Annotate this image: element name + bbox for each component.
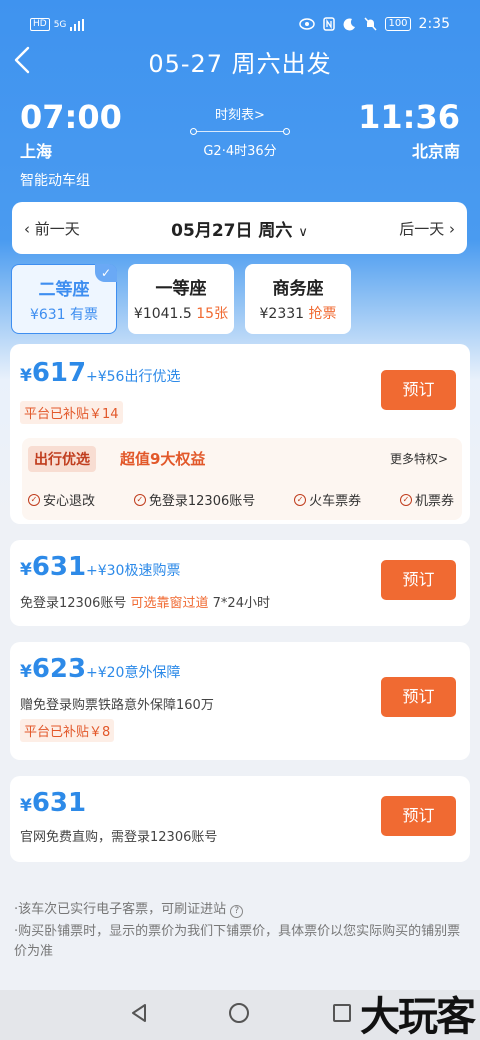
nav-recents-icon[interactable] <box>333 1004 351 1022</box>
nfc-icon <box>323 17 336 31</box>
benefit-item: ✓ 火车票券 <box>294 490 361 509</box>
option-extra: +¥56出行优选 <box>86 369 181 385</box>
seat-business-class[interactable]: 商务座 ¥2331 抢票 <box>245 264 351 334</box>
train-route-info[interactable]: 时刻表> G2·4时36分 <box>180 104 300 159</box>
option-price: ¥631 <box>20 552 87 582</box>
ticket-option-card: ¥631 官网免费直购，需登录12306账号 预订 <box>10 776 470 862</box>
benefit-tag: 出行优选 <box>28 446 96 472</box>
book-button[interactable]: 预订 <box>381 560 456 600</box>
nav-header: 05-27 周六出发 <box>0 40 480 84</box>
departure-time: 07:00 <box>20 98 122 136</box>
book-button[interactable]: 预订 <box>381 796 456 836</box>
note-line: ·该车次已实行电子客票，可刷证进站 ? <box>14 900 466 920</box>
battery-icon: 100 <box>385 17 411 31</box>
ticket-option-card: ¥623 +¥20意外保障 赠免登录购票铁路意外保障160万 平台已补贴￥8 预… <box>10 642 470 760</box>
train-type: 智能动车组 <box>20 173 90 189</box>
check-circle-icon: ✓ <box>294 493 307 506</box>
option-desc: 官网免费直购，需登录12306账号 <box>20 830 218 845</box>
seat-second-class[interactable]: ✓ 二等座 ¥631 有票 <box>11 264 117 334</box>
notes: ·该车次已实行电子客票，可刷证进站 ? ·购买卧铺票时，显示的票价为我们下铺票价… <box>14 900 466 962</box>
more-benefits-link[interactable]: 更多特权> <box>390 450 448 467</box>
hd-badge: HD <box>30 18 50 31</box>
chevron-right-icon: › <box>444 220 455 238</box>
arrival-time: 11:36 <box>358 98 460 136</box>
check-circle-icon: ✓ <box>399 493 412 506</box>
moon-icon <box>344 17 356 30</box>
watermark-logo: 大玩客 <box>360 994 476 1040</box>
page-title: 05-27 周六出发 <box>148 50 332 78</box>
book-button[interactable]: 预订 <box>381 677 456 717</box>
benefit-item: ✓ 免登录12306账号 <box>133 490 255 509</box>
arrival-station: 北京南 <box>411 142 460 161</box>
route-line <box>180 126 300 138</box>
seat-first-class[interactable]: 一等座 ¥1041.5 15张 <box>128 264 234 334</box>
timetable-link[interactable]: 时刻表> <box>180 104 300 123</box>
mute-bell-icon <box>364 17 378 31</box>
nav-home-icon[interactable] <box>229 1003 249 1023</box>
check-circle-icon: ✓ <box>133 493 146 506</box>
benefit-headline: 超值9大权益 <box>120 450 206 468</box>
note-line: ·购买卧铺票时，显示的票价为我们下铺票价，具体票价以您实际购买的铺别票价为准 <box>14 924 461 959</box>
option-extra: +¥20意外保障 <box>86 665 181 681</box>
option-price: ¥631 <box>20 788 87 818</box>
status-left: HD 5G <box>30 18 85 31</box>
date-selector: ‹ 前一天 05月27日 周六 ∨ 后一天 › <box>12 202 467 254</box>
train-info: 07:00 上海 时刻表> G2·4时36分 11:36 北京南 智能动车组 <box>0 96 480 196</box>
subsidy-badge: 平台已补贴￥14 <box>20 401 123 424</box>
book-button[interactable]: 预订 <box>381 370 456 410</box>
status-bar: HD 5G 100 2:35 <box>0 0 480 40</box>
option-price: ¥623 <box>20 654 87 684</box>
help-icon[interactable]: ? <box>230 905 244 918</box>
benefit-item: ✓ 机票券 <box>399 490 454 509</box>
option-price: ¥617 <box>20 358 87 388</box>
option-desc: 免登录12306账号 可选靠窗过道 7*24小时 <box>20 596 270 611</box>
benefit-items: ✓ 安心退改 ✓ 免登录12306账号 ✓ 火车票券 ✓ 机票券 <box>28 490 454 509</box>
chevron-down-icon: ∨ <box>298 225 308 240</box>
benefit-item: ✓ 安心退改 <box>28 490 95 509</box>
next-day-button[interactable]: 后一天 › <box>399 218 455 239</box>
check-icon: ✓ <box>95 264 117 282</box>
departure-station: 上海 <box>20 142 53 161</box>
eye-icon <box>299 18 316 30</box>
status-right: 100 2:35 <box>299 16 450 32</box>
check-circle-icon: ✓ <box>28 493 40 506</box>
subsidy-badge: 平台已补贴￥8 <box>20 719 115 742</box>
network-label: 5G <box>53 19 67 30</box>
nav-back-icon[interactable] <box>128 1002 150 1024</box>
benefit-panel[interactable]: 出行优选 超值9大权益 更多特权> ✓ 安心退改 ✓ 免登录12306账号 ✓ 火车票… <box>22 438 462 520</box>
option-desc: 赠免登录购票铁路意外保障160万 <box>20 698 214 713</box>
train-number-duration: G2·4时36分 <box>203 144 277 159</box>
ticket-option-card: ¥631 +¥30极速购票 免登录12306账号 可选靠窗过道 7*24小时 预… <box>10 540 470 626</box>
signal-icon <box>70 18 85 31</box>
option-extra: +¥30极速购票 <box>86 563 181 579</box>
ticket-option-card: ¥617 +¥56出行优选 平台已补贴￥14 预订 出行优选 超值9大权益 更多… <box>10 344 470 524</box>
clock: 2:35 <box>418 16 450 32</box>
